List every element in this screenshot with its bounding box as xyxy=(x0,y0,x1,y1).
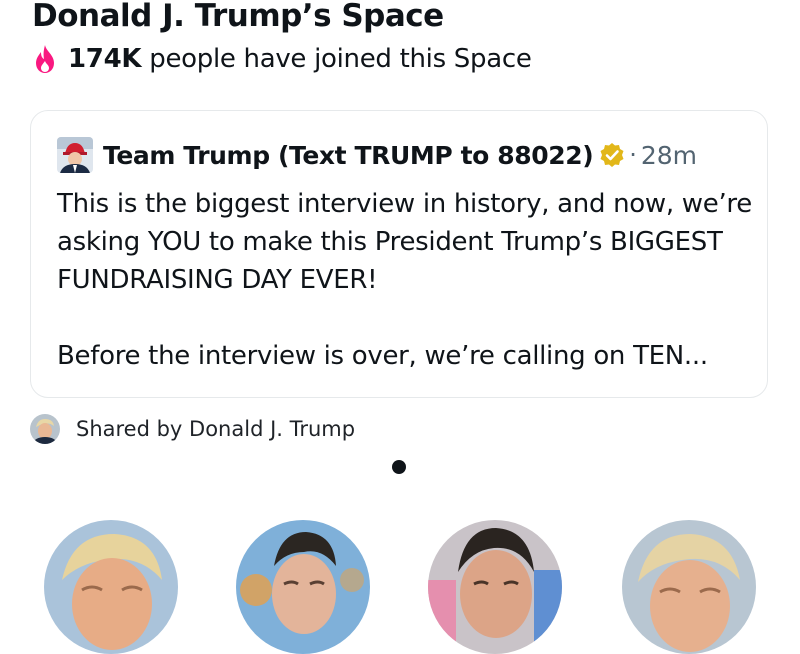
verified-badge-icon xyxy=(600,143,624,167)
flame-icon xyxy=(36,45,54,73)
speaker-avatar[interactable] xyxy=(622,520,756,654)
post-paragraph-1: This is the biggest interview in history… xyxy=(57,189,752,295)
shared-by-row: Shared by Donald J. Trump xyxy=(30,414,355,444)
speaker-avatar[interactable] xyxy=(236,520,370,654)
post-author-name[interactable]: Team Trump (Text TRUMP to 88022) xyxy=(103,141,594,170)
quoted-post-card[interactable]: Team Trump (Text TRUMP to 88022) · 28m T… xyxy=(30,110,768,398)
post-separator: · xyxy=(629,141,637,169)
joined-count-row: 174K people have joined this Space xyxy=(32,44,532,74)
joined-count: 174K xyxy=(68,44,142,74)
speaker-avatar[interactable] xyxy=(44,520,178,654)
speaker-avatar[interactable] xyxy=(428,520,562,654)
space-title: Donald J. Trump’s Space xyxy=(32,0,444,34)
post-text: This is the biggest interview in history… xyxy=(57,185,757,375)
shared-by-avatar[interactable] xyxy=(30,414,60,444)
post-author-avatar[interactable] xyxy=(57,137,93,173)
post-header: Team Trump (Text TRUMP to 88022) · 28m xyxy=(57,137,697,173)
shared-by-text: Shared by Donald J. Trump xyxy=(76,417,356,441)
post-paragraph-2: Before the interview is over, we’re call… xyxy=(57,341,708,371)
post-timestamp[interactable]: 28m xyxy=(641,141,697,170)
carousel-dot-active[interactable] xyxy=(392,460,406,474)
joined-label: people have joined this Space xyxy=(149,44,532,74)
